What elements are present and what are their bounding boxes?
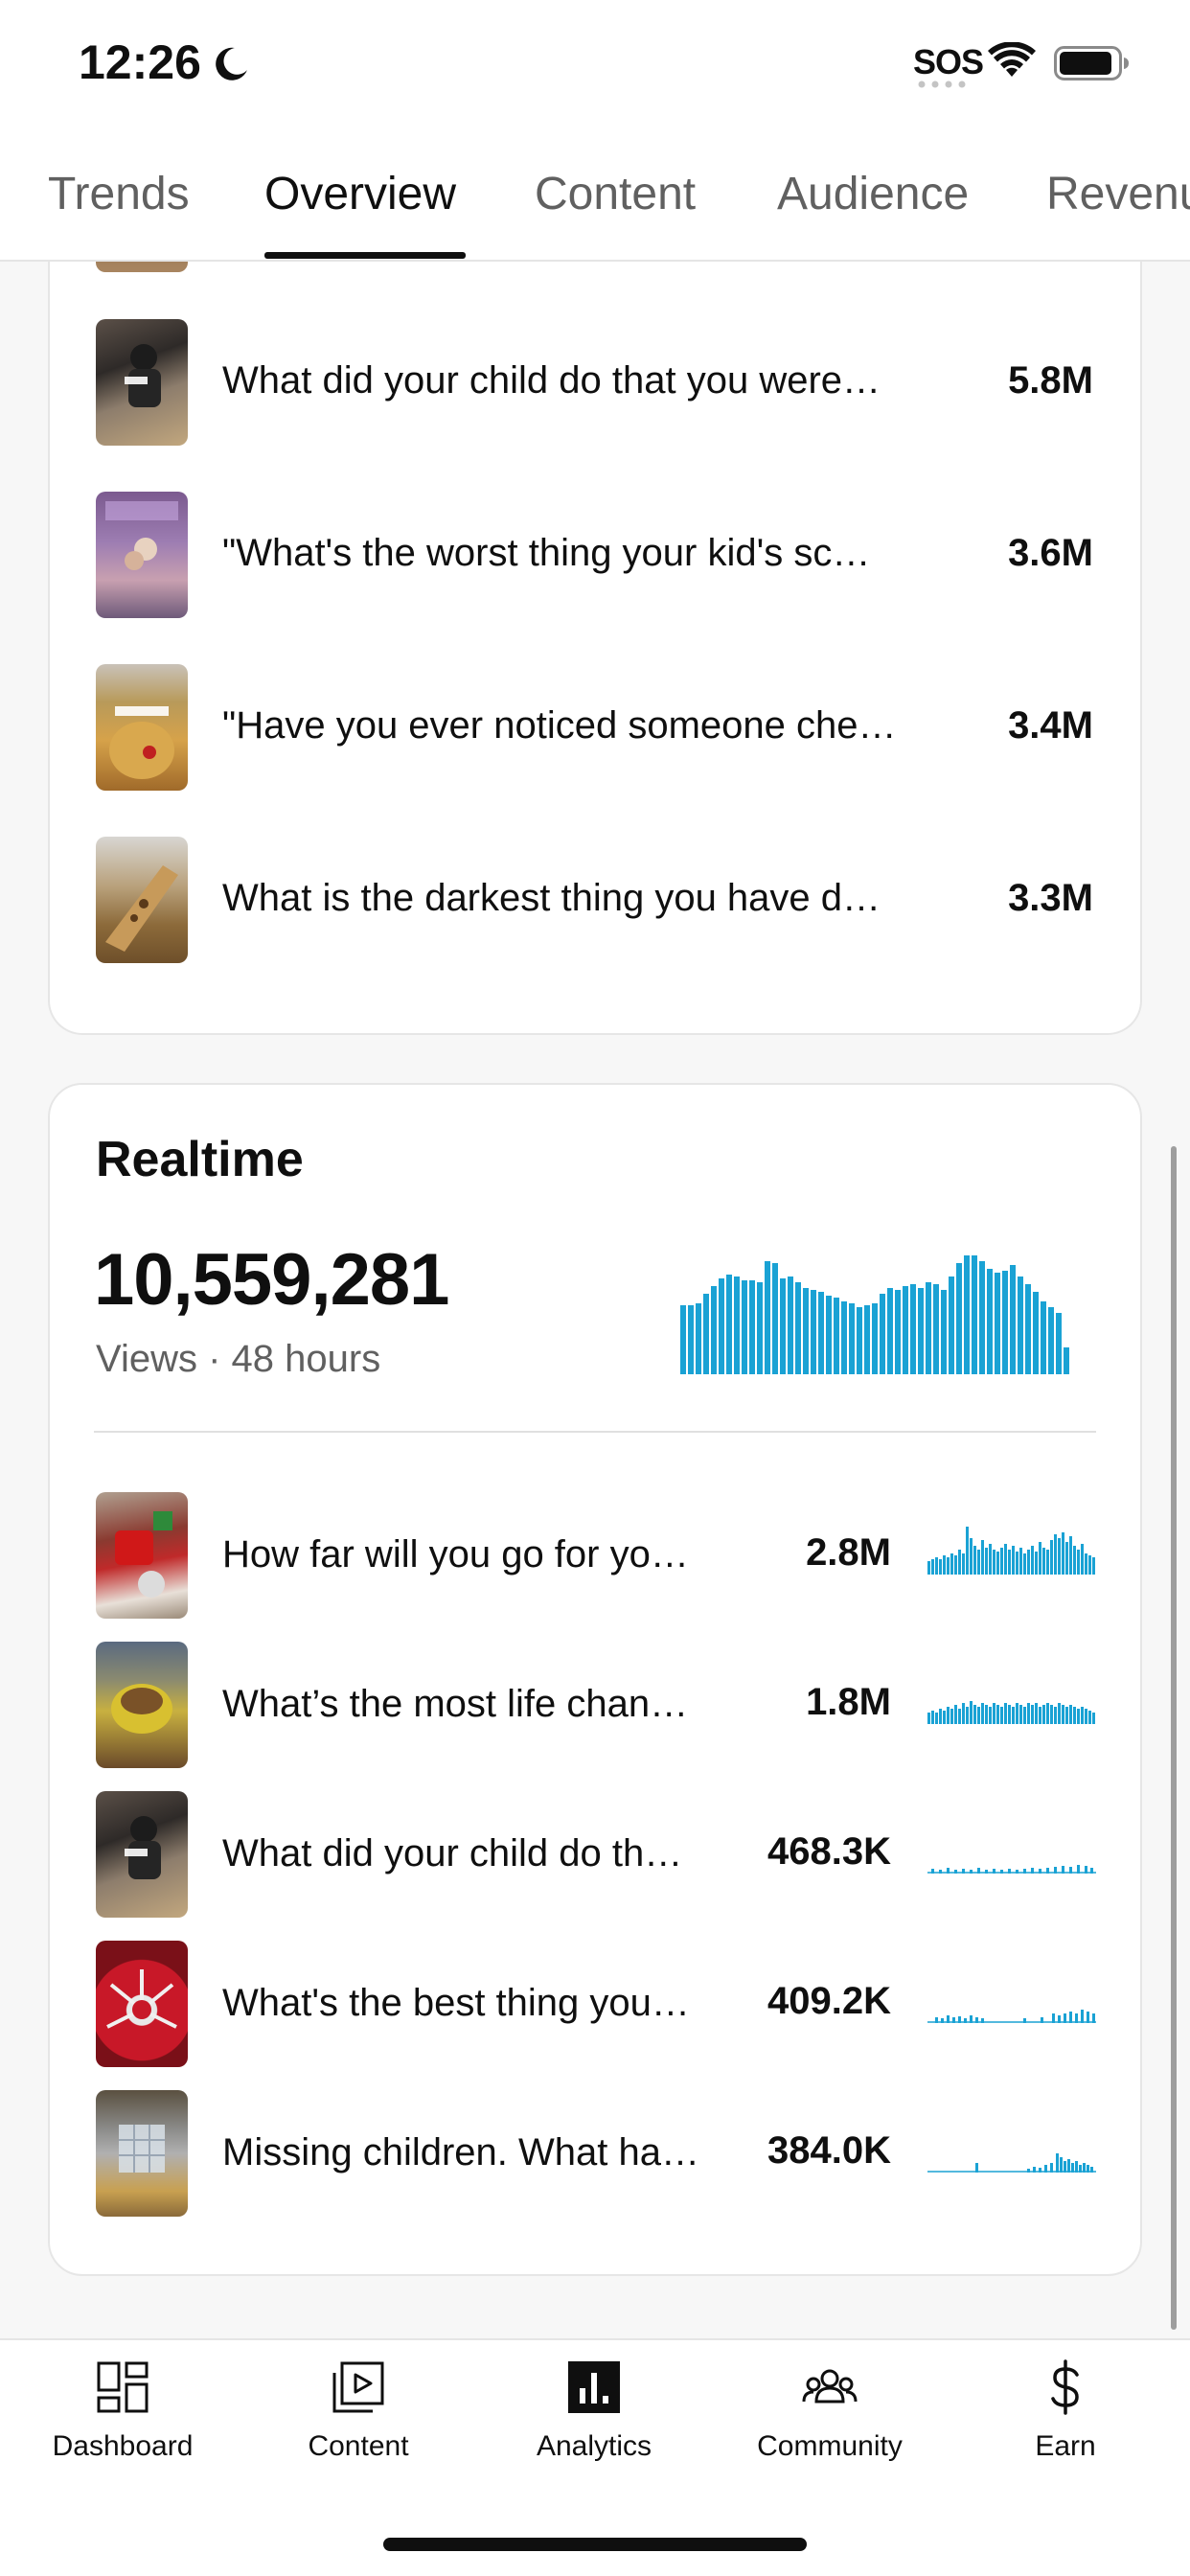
battery-icon [1054, 46, 1129, 80]
signal-dots-icon [918, 80, 966, 88]
video-thumbnail[interactable] [96, 1941, 188, 2067]
video-views: 3.4M [1008, 704, 1093, 747]
video-views: 409.2K [767, 1980, 891, 2022]
home-indicator[interactable] [383, 2538, 807, 2551]
video-sparkline [927, 2010, 1096, 2023]
status-bar: 12:26 SOS [0, 0, 1190, 129]
content-icon [332, 2361, 384, 2413]
tab-overview[interactable]: Overview [264, 168, 456, 220]
nav-content[interactable]: Content [258, 2359, 459, 2494]
video-views: 468.3K [767, 1830, 891, 1873]
video-title[interactable]: "Have you ever noticed someone che… [222, 704, 896, 748]
video-thumbnail[interactable] [96, 2090, 188, 2217]
realtime-heading: Realtime [96, 1132, 304, 1187]
realtime-total-views: 10,559,281 [94, 1239, 449, 1321]
video-title[interactable]: What is the darkest thing you have d… [222, 877, 881, 920]
video-views: 3.3M [1008, 877, 1093, 919]
video-thumbnail[interactable] [96, 1642, 188, 1768]
nav-label: Analytics [536, 2430, 652, 2462]
video-title[interactable]: What's the best thing you… [222, 1982, 690, 2025]
nav-earn[interactable]: Earn [965, 2359, 1166, 2494]
video-thumbnail[interactable] [96, 664, 188, 791]
tab-trends[interactable]: Trends [48, 168, 190, 220]
nav-analytics[interactable]: Analytics [493, 2359, 695, 2494]
realtime-views-chart [680, 1255, 1069, 1374]
video-title[interactable]: Missing children. What ha… [222, 2131, 699, 2174]
tab-audience[interactable]: Audience [777, 168, 969, 220]
video-sparkline [927, 1701, 1095, 1724]
nav-label: Content [308, 2430, 409, 2462]
analytics-tabs: Trends Overview Content Audience Revenue [0, 129, 1190, 262]
community-icon [802, 2369, 858, 2404]
analytics-screen: 12:26 SOS What did your child do that yo… [0, 0, 1190, 2576]
video-views: 2.8M [806, 1531, 891, 1574]
tab-revenue[interactable]: Revenue [1046, 168, 1190, 220]
video-sparkline [927, 1527, 1095, 1575]
nav-label: Earn [1035, 2430, 1096, 2462]
video-views: 3.6M [1008, 532, 1093, 574]
video-sparkline [927, 2153, 1096, 2173]
realtime-divider [94, 1431, 1096, 1433]
status-time: 12:26 [79, 35, 201, 89]
video-thumbnail[interactable] [96, 1492, 188, 1619]
video-views: 384.0K [767, 2129, 891, 2172]
video-title[interactable]: What’s the most life chan… [222, 1683, 688, 1726]
video-title[interactable]: What did your child do th… [222, 1832, 682, 1875]
realtime-subtitle: Views · 48 hours [96, 1338, 381, 1380]
nav-label: Dashboard [52, 2430, 194, 2462]
sos-indicator: SOS [913, 42, 984, 81]
video-thumbnail[interactable] [96, 1791, 188, 1918]
active-tab-indicator [264, 252, 466, 259]
video-thumbnail[interactable] [96, 319, 188, 446]
video-views: 5.8M [1008, 359, 1093, 402]
dollar-icon [1051, 2359, 1079, 2415]
video-title[interactable]: "What's the worst thing your kid's sc… [222, 532, 870, 575]
dashboard-icon [97, 2361, 149, 2413]
nav-dashboard[interactable]: Dashboard [22, 2359, 223, 2494]
nav-community[interactable]: Community [729, 2359, 930, 2494]
moon-icon [216, 47, 247, 80]
video-sparkline [927, 1865, 1096, 1874]
video-thumbnail[interactable] [96, 837, 188, 963]
wifi-icon [988, 42, 1036, 77]
video-title[interactable]: What did your child do that you were… [222, 359, 881, 402]
tab-content[interactable]: Content [535, 168, 696, 220]
video-views: 1.8M [806, 1681, 891, 1723]
scrollbar[interactable] [1171, 1146, 1177, 2330]
video-thumbnail[interactable] [96, 492, 188, 618]
analytics-icon [568, 2361, 620, 2413]
nav-label: Community [757, 2430, 903, 2462]
video-title[interactable]: How far will you go for yo… [222, 1533, 689, 1576]
